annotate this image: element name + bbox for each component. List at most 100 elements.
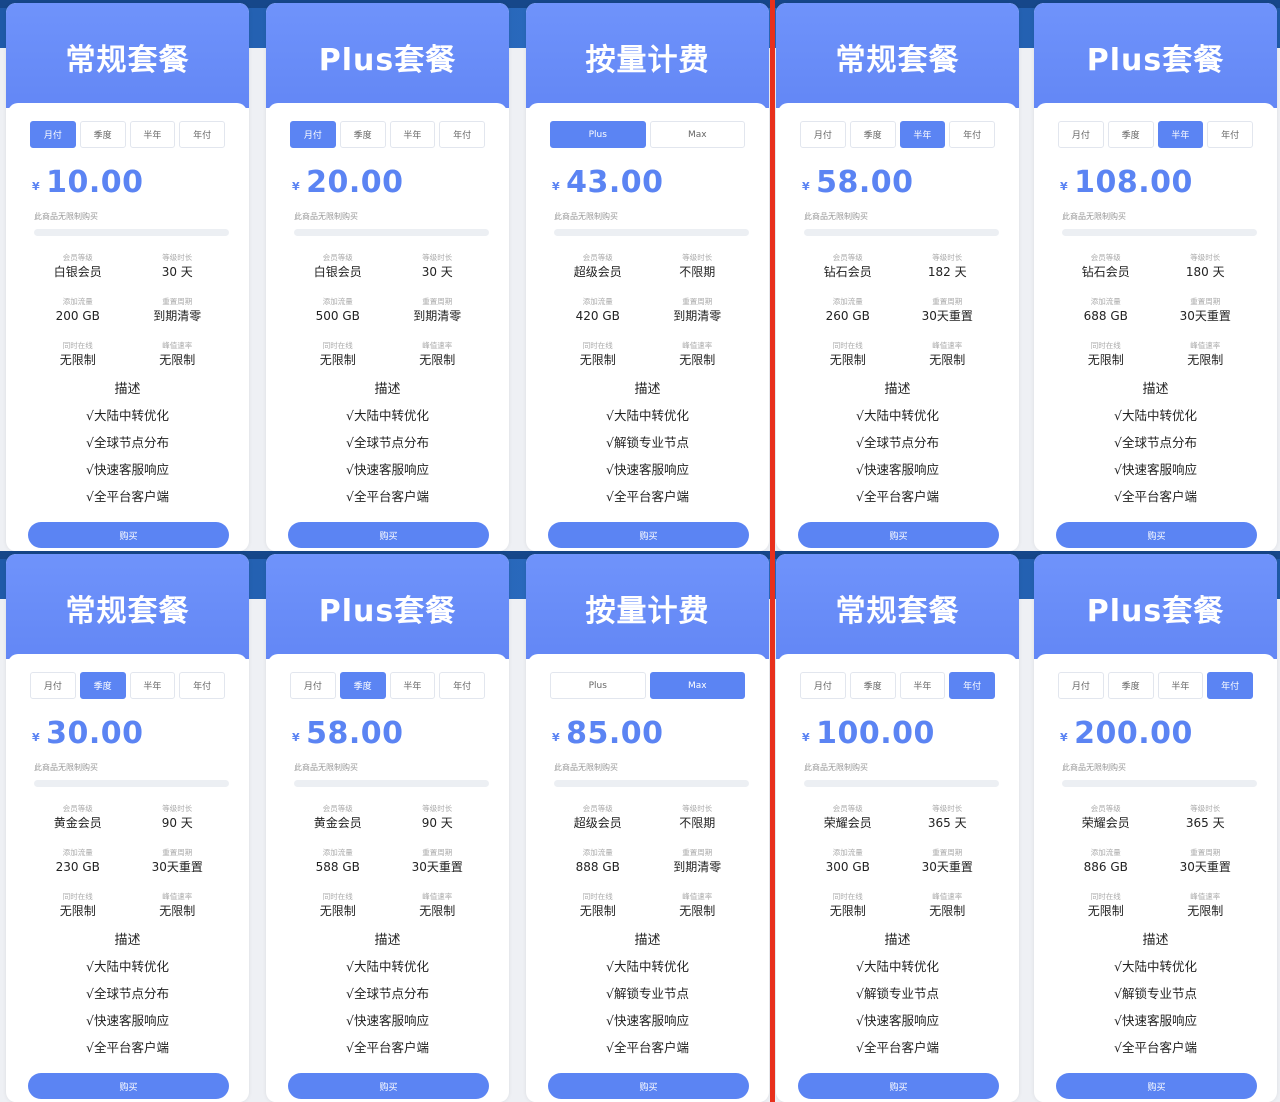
stock-bar [34,229,229,236]
spec-reset: 重置周期 30天重置 [151,848,203,874]
plan-title: Plus套餐 [318,43,457,78]
spec-reset: 重置周期 30天重置 [1179,297,1231,323]
period-option[interactable]: 季度 [1107,121,1154,148]
spec-reset: 重置周期 到期清零 [673,297,722,323]
plan-card: Plus套餐 月付 季度 半年 年付 ¥108.00 此商品无限制购买 会员等级 钻石会… [1034,3,1277,551]
period-option[interactable]: Plus [550,121,646,148]
period-option[interactable]: 月付 [30,672,76,699]
spec-level: 会员等级 超级会员 [573,804,622,830]
plan-body: 月付 季度 半年 年付 ¥108.00 此商品无限制购买 会员等级 钻石会员 等级时长 1… [1036,103,1275,551]
period-option[interactable]: 半年 [389,672,436,699]
feature-item: √大陆中转优化 [606,408,689,423]
period-option[interactable]: Max [649,672,745,699]
period-option[interactable]: 年付 [439,121,485,148]
stock-bar [554,229,749,236]
period-option[interactable]: 年付 [1207,672,1253,699]
spec-reset: 重置周期 到期清零 [413,297,462,323]
plan-header: Plus套餐 [266,554,509,659]
period-option[interactable]: 半年 [1157,121,1204,148]
period-option[interactable]: 年付 [1207,121,1253,148]
period-selector: 月付 季度 半年 年付 [30,121,225,148]
spec-traffic: 添加流量 588 GB [315,848,360,874]
feature-item: √全平台客户端 [856,489,939,504]
period-option[interactable]: 季度 [79,121,126,148]
feature-item: √全平台客户端 [606,489,689,504]
plan-specs: 会员等级 荣耀会员 等级时长 365 天 添加流量 886 GB 重置周期 30天重置 … [1056,804,1255,936]
period-option[interactable]: 年付 [949,121,995,148]
currency-symbol: ¥ [802,731,811,744]
period-option[interactable]: 年付 [179,672,225,699]
plan-header: Plus套餐 [1034,3,1277,108]
feature-item: √大陆中转优化 [606,959,689,974]
spec-traffic: 添加流量 888 GB [575,848,620,874]
price-value: 85.00 [566,716,664,751]
period-option[interactable]: 月付 [30,121,76,148]
buy-button[interactable]: 购买 [288,522,489,548]
purchase-limit-note: 此商品无限制购买 [1062,763,1126,772]
plan-specs: 会员等级 白银会员 等级时长 30 天 添加流量 500 GB 重置周期 到期清零 同时… [288,253,487,385]
price-value: 200.00 [1074,716,1193,751]
period-option[interactable]: 季度 [849,672,896,699]
buy-button[interactable]: 购买 [288,1073,489,1099]
period-option[interactable]: 半年 [1157,672,1204,699]
plan-body: Plus Max ¥43.00 此商品无限制购买 会员等级 超级会员 等级时长 不限期… [528,103,767,551]
period-option[interactable]: 月付 [800,121,846,148]
spec-level: 会员等级 钻石会员 [1081,253,1130,279]
purchase-limit-note: 此商品无限制购买 [294,212,358,221]
plan-title: Plus套餐 [318,594,457,629]
period-option[interactable]: 半年 [899,672,946,699]
period-option[interactable]: 年付 [949,672,995,699]
buy-button[interactable]: 购买 [548,1073,749,1099]
period-option[interactable]: 季度 [849,121,896,148]
period-option[interactable]: 月付 [800,672,846,699]
period-option[interactable]: 半年 [129,672,176,699]
period-option[interactable]: 半年 [129,121,176,148]
plan-title: 按量计费 [585,594,710,629]
stock-bar [1062,780,1257,787]
buy-button[interactable]: 购买 [28,1073,229,1099]
period-option[interactable]: Max [649,121,745,148]
spec-duration: 等级时长 182 天 [927,253,967,279]
currency-symbol: ¥ [1060,180,1069,193]
description-heading: 描述 [374,382,401,397]
period-option[interactable]: 年付 [179,121,225,148]
feature-item: √快速客服响应 [86,462,169,477]
buy-button[interactable]: 购买 [1056,1073,1257,1099]
period-option[interactable]: 季度 [79,672,126,699]
period-option[interactable]: 月付 [290,121,336,148]
period-option[interactable]: 季度 [339,672,386,699]
buy-button[interactable]: 购买 [798,522,999,548]
spec-reset: 重置周期 30天重置 [411,848,463,874]
period-option[interactable]: 月付 [290,672,336,699]
buy-button[interactable]: 购买 [1056,522,1257,548]
period-option[interactable]: 月付 [1058,121,1104,148]
purchase-limit-note: 此商品无限制购买 [34,212,98,221]
buy-button[interactable]: 购买 [798,1073,999,1099]
feature-item: √大陆中转优化 [86,959,169,974]
spec-traffic: 添加流量 688 GB [1083,297,1128,323]
description-heading: 描述 [634,382,661,397]
period-option[interactable]: 半年 [899,121,946,148]
feature-item: √大陆中转优化 [856,408,939,423]
spec-traffic: 添加流量 886 GB [1083,848,1128,874]
plan-price: ¥43.00 [552,165,664,200]
period-option[interactable]: 年付 [439,672,485,699]
spec-level: 会员等级 黄金会员 [313,804,362,830]
period-option[interactable]: Plus [550,672,646,699]
currency-symbol: ¥ [32,731,41,744]
plan-header: 常规套餐 [776,3,1019,108]
buy-button[interactable]: 购买 [548,522,749,548]
plan-header: 按量计费 [526,554,769,659]
period-option[interactable]: 季度 [1107,672,1154,699]
feature-item: √大陆中转优化 [1114,408,1197,423]
spec-level: 会员等级 荣耀会员 [1081,804,1130,830]
spec-duration: 等级时长 90 天 [161,804,193,830]
period-option[interactable]: 季度 [339,121,386,148]
plan-header: Plus套餐 [266,3,509,108]
spec-traffic: 添加流量 200 GB [55,297,100,323]
period-option[interactable]: 半年 [389,121,436,148]
feature-item: √全球节点分布 [86,986,169,1001]
spec-duration: 等级时长 365 天 [927,804,967,830]
period-option[interactable]: 月付 [1058,672,1104,699]
buy-button[interactable]: 购买 [28,522,229,548]
